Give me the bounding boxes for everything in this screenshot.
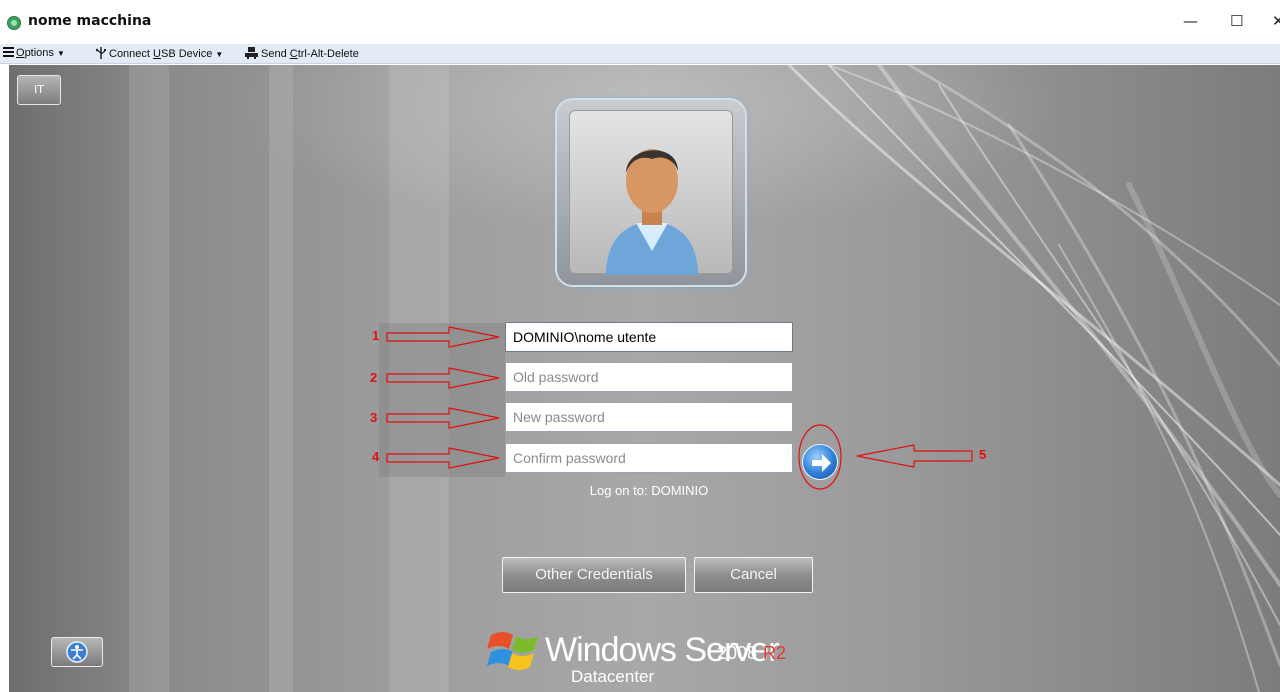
annotation-label-2: 2: [370, 370, 378, 385]
options-menu[interactable]: Options ▼: [3, 47, 65, 59]
user-tile: [555, 98, 747, 287]
annotation-backdrop: [379, 323, 505, 477]
product-year: 2008: [717, 643, 758, 663]
annotation-label-1: 1: [372, 328, 380, 343]
options-label: ptions: [24, 47, 54, 59]
arrow-right-icon: [812, 454, 831, 472]
old-password-field[interactable]: Old password: [505, 362, 793, 392]
annotation-label-3: 3: [370, 410, 378, 425]
annotation-label-5: 5: [979, 447, 987, 462]
ease-of-access-icon: [66, 641, 88, 663]
windows-flag-icon: [487, 632, 538, 670]
cad-hotkey: C: [289, 48, 298, 60]
window-title: nome macchina: [28, 13, 152, 29]
connect-usb-menu[interactable]: Connect USB Device ▼: [95, 47, 224, 60]
hamburger-menu-icon: [3, 47, 14, 57]
new-password-field[interactable]: New password: [505, 402, 793, 432]
cancel-button[interactable]: Cancel: [694, 557, 813, 593]
toolbar: Options ▼ Connect USB Device ▼ Send Ctrl…: [0, 44, 1280, 64]
green-circle-icon: [7, 16, 21, 30]
minimize-button[interactable]: —: [1183, 12, 1198, 30]
cad-label-prefix: Send: [261, 48, 290, 60]
usb-label-prefix: Connect: [109, 48, 154, 60]
windows-branding: Windows Server 2008 R2 Datacenter: [487, 623, 847, 692]
usb-label: SB Device: [160, 48, 213, 60]
user-avatar-icon: [606, 149, 698, 275]
language-button[interactable]: IT: [17, 75, 61, 105]
logon-to-label: Log on to: DOMINIO: [589, 483, 709, 498]
product-edition: Datacenter: [571, 667, 655, 686]
annotation-label-4: 4: [372, 449, 380, 464]
ease-of-access-button[interactable]: [51, 637, 103, 667]
confirm-password-field[interactable]: Confirm password: [505, 443, 793, 473]
submit-button[interactable]: [802, 444, 838, 480]
usb-hotkey: U: [153, 48, 161, 60]
send-ctrl-alt-delete-button[interactable]: Send Ctrl-Alt-Delete: [245, 47, 359, 60]
maximize-button[interactable]: ☐: [1230, 12, 1243, 30]
title-bar: nome macchina — ☐ ✕: [0, 0, 1280, 44]
other-credentials-button[interactable]: Other Credentials: [502, 557, 686, 593]
product-release: R2: [763, 643, 787, 663]
username-field[interactable]: DOMINIO\nome utente: [505, 322, 793, 352]
close-button[interactable]: ✕: [1272, 12, 1280, 30]
keyboard-network-icon: [245, 47, 258, 59]
usb-icon: [95, 47, 106, 59]
user-avatar: [569, 110, 733, 275]
remote-logon-screen: IT DOMINIO\nome utente Old password New …: [9, 65, 1280, 692]
chevron-down-icon: ▼: [56, 49, 65, 58]
chevron-down-icon: ▼: [215, 50, 224, 59]
cad-label: trl-Alt-Delete: [297, 48, 359, 60]
options-hotkey: O: [16, 47, 25, 59]
